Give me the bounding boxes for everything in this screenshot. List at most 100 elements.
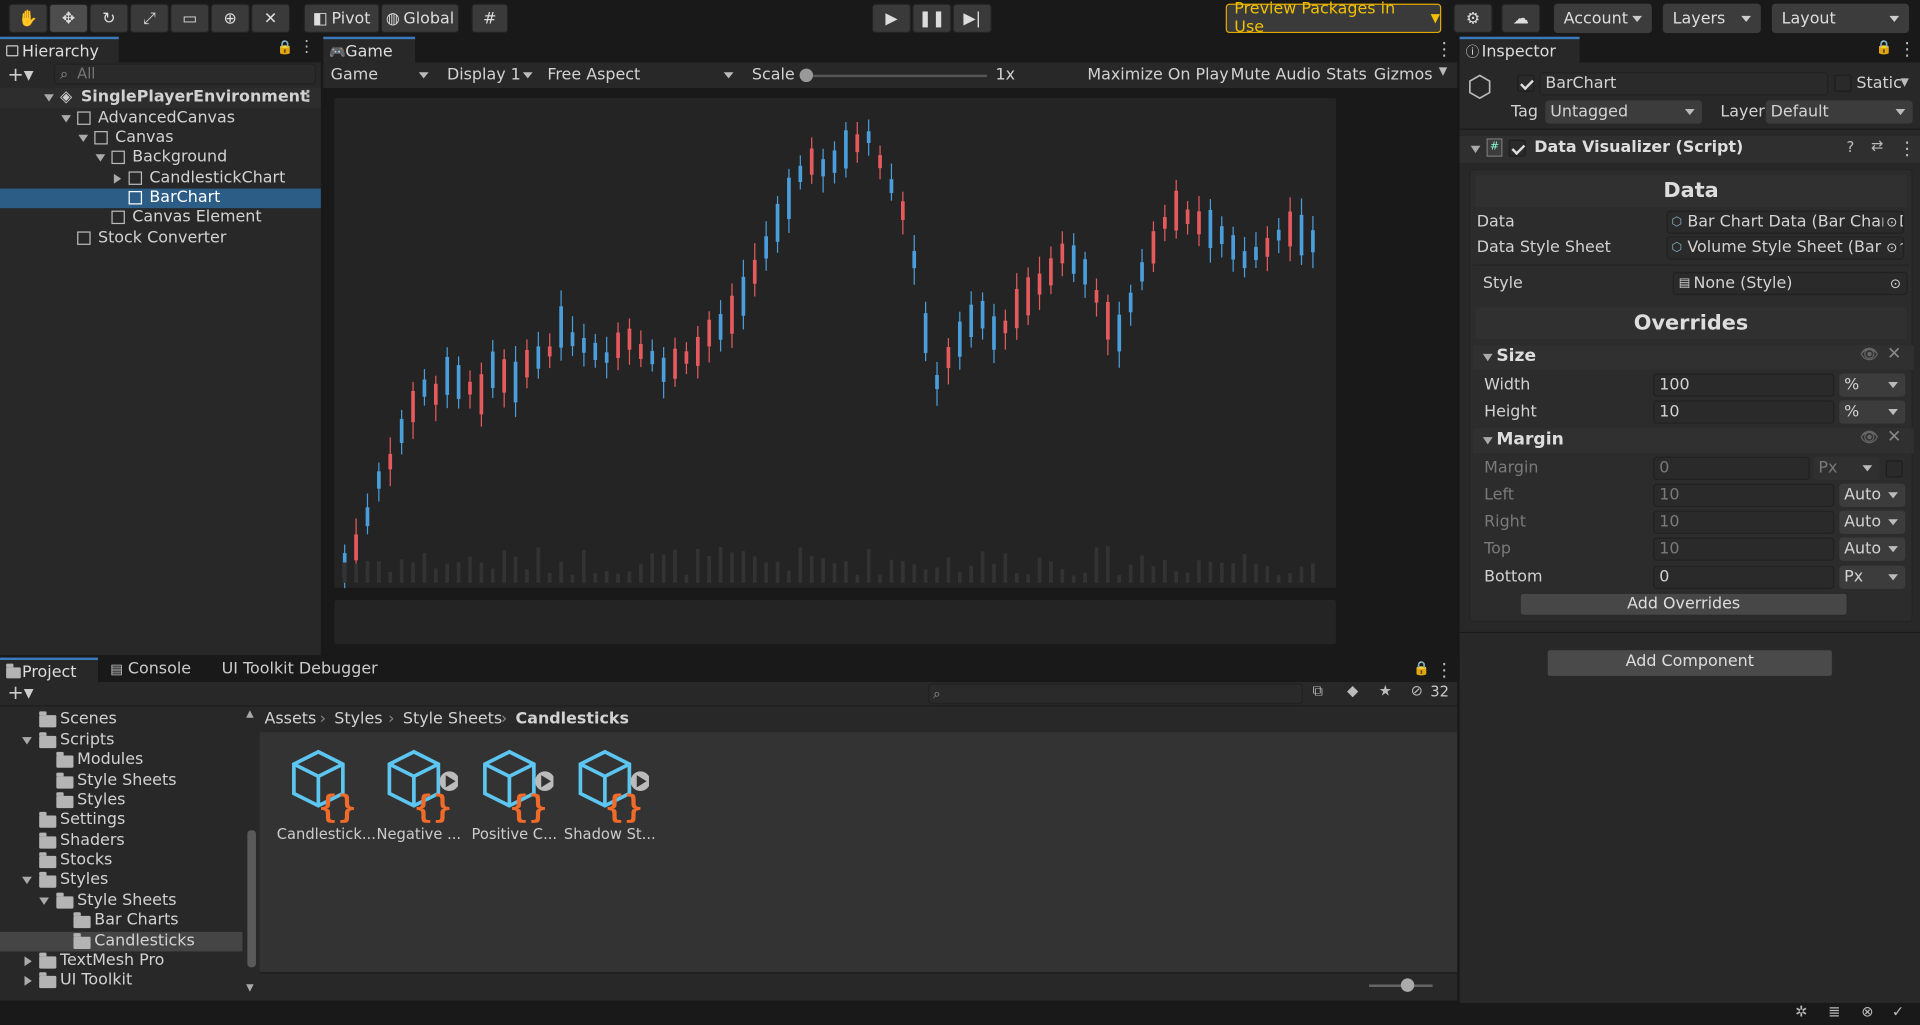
tree-item-canvas-element[interactable]: Canvas Element (0, 208, 321, 228)
settings-button[interactable]: ⚙ (1453, 3, 1493, 34)
network-icon[interactable]: ⊗ (1861, 1003, 1873, 1020)
more-icon[interactable]: ⋮ (1435, 659, 1453, 681)
eye-icon[interactable]: 👁 (1860, 429, 1879, 446)
play-button[interactable]: ▶ (871, 3, 912, 34)
close-icon[interactable]: ✕ (1887, 344, 1901, 364)
hand-tool-button[interactable]: ✋ (8, 3, 48, 34)
chevron-down-icon[interactable]: ▼ (1900, 77, 1908, 89)
aspect-dropdown[interactable]: Free Aspect (542, 63, 741, 87)
cloud-button[interactable]: ☁ (1501, 3, 1541, 34)
folder-item-textmesh-pro[interactable]: TextMesh Pro (0, 951, 242, 971)
margin-foldout[interactable]: Margin 👁 ✕ (1473, 427, 1914, 454)
folder-item-settings[interactable]: Settings (0, 811, 242, 831)
grid-snap-button[interactable]: # (471, 3, 509, 34)
scale-slider-handle[interactable] (799, 68, 814, 83)
tree-item-advancedcanvas[interactable]: AdvancedCanvas (0, 109, 321, 129)
tree-item-barchart[interactable]: BarChart (0, 188, 321, 209)
gizmos-toggle[interactable]: Gizmos (1374, 66, 1433, 84)
tab-game[interactable]: 🎮 Game (323, 36, 416, 63)
asset-item[interactable]: {} Candlestick... (277, 747, 376, 847)
breadcrumb-item[interactable]: Candlesticks (516, 708, 629, 732)
tree-item-scene[interactable]: ◈ SinglePlayerEnvironment ⋮ (0, 88, 321, 108)
bottom-unit-dropdown[interactable]: Px (1839, 565, 1906, 589)
filter-type-icon[interactable]: ⧉ (1313, 682, 1324, 700)
pivot-button[interactable]: ◧ Pivot (303, 3, 380, 34)
hierarchy-search-input[interactable]: ⌕ All (53, 63, 316, 85)
rotate-tool-button[interactable]: ↻ (89, 3, 129, 34)
label-icon[interactable]: ◆ (1347, 682, 1358, 699)
margin-input[interactable]: 0 (1653, 456, 1810, 481)
scroll-up-icon[interactable]: ▲ (246, 708, 254, 719)
more-icon[interactable]: ⋮ (1898, 38, 1916, 60)
folder-item-style-sheets[interactable]: Style Sheets (0, 771, 242, 791)
margin-link-checkbox[interactable] (1885, 460, 1903, 478)
tree-item-candlestickchart[interactable]: CandlestickChart (0, 169, 321, 189)
check-icon[interactable]: ✓ (1892, 1003, 1904, 1020)
asset-item[interactable]: {} Positive C... (468, 747, 561, 847)
account-dropdown[interactable]: Account (1553, 3, 1652, 34)
object-picker-icon[interactable]: ⊙ (1883, 237, 1901, 259)
folder-item-styles-root[interactable]: Styles (0, 871, 242, 891)
maximize-on-play-toggle[interactable]: Maximize On Play (1087, 66, 1228, 84)
folder-item-ui-toolkit[interactable]: UI Toolkit (0, 971, 242, 991)
more-icon[interactable]: ⋮ (1435, 38, 1453, 60)
asset-item[interactable]: {} Negative ... (372, 747, 465, 847)
move-tool-button[interactable]: ✥ (48, 3, 89, 34)
scale-slider-track[interactable] (803, 74, 987, 78)
style-object-field[interactable]: ▤ None (Style) ⊙ (1672, 271, 1908, 296)
step-button[interactable]: ▶| (952, 3, 992, 34)
scroll-down-icon[interactable]: ▼ (246, 982, 254, 993)
folder-item-modules[interactable]: Modules (0, 751, 242, 771)
size-foldout[interactable]: Size 👁 ✕ (1473, 344, 1914, 370)
add-component-button[interactable]: Add Component (1546, 648, 1834, 678)
display-dropdown[interactable]: Display 1 (442, 63, 541, 87)
hidden-eye-icon[interactable]: ⊘ (1411, 682, 1423, 699)
more-icon[interactable]: ⋮ (299, 38, 315, 56)
add-icon[interactable]: +▾ (7, 681, 33, 704)
right-input[interactable]: 10 (1653, 510, 1835, 534)
stats-toggle[interactable]: Stats (1326, 66, 1367, 84)
top-unit-dropdown[interactable]: Auto (1839, 537, 1906, 561)
layers-dropdown[interactable]: Layers (1662, 3, 1761, 34)
layer-dropdown[interactable]: Default (1765, 100, 1913, 124)
icon-size-slider-handle[interactable] (1400, 978, 1415, 992)
tab-hierarchy[interactable]: Hierarchy (0, 36, 119, 63)
object-picker-icon[interactable]: ⊙ (1883, 211, 1901, 233)
active-checkbox[interactable] (1517, 74, 1535, 92)
help-icon[interactable]: ? (1847, 138, 1855, 155)
transform-tool-button[interactable]: ⊕ (210, 3, 250, 34)
global-button[interactable]: ◍ Global (380, 3, 460, 34)
tree-item-background[interactable]: Background (0, 148, 321, 168)
more-icon[interactable]: ⋮ (1898, 137, 1916, 159)
height-unit-dropdown[interactable]: % (1839, 400, 1906, 424)
bug-icon[interactable]: ✲ (1795, 1003, 1807, 1020)
folder-item-scripts[interactable]: Scripts (0, 731, 242, 751)
layout-dropdown[interactable]: Layout (1771, 3, 1909, 34)
scale-tool-button[interactable]: ⤢ (129, 3, 169, 34)
asset-item[interactable]: {} Shadow St... (563, 747, 656, 847)
layers-stack-icon[interactable]: ≣ (1828, 1003, 1840, 1020)
eye-icon[interactable]: 👁 (1860, 345, 1879, 362)
static-checkbox[interactable] (1834, 74, 1852, 92)
right-unit-dropdown[interactable]: Auto (1839, 510, 1906, 534)
lock-icon[interactable]: 🔒 (1876, 39, 1893, 55)
mute-audio-toggle[interactable]: Mute Audio (1231, 66, 1321, 84)
add-icon[interactable]: +▾ (7, 62, 33, 85)
component-header[interactable]: # Data Visualizer (Script) ? ⇄ ⋮ (1459, 135, 1920, 163)
margin-unit-dropdown[interactable]: Px (1813, 456, 1880, 481)
project-search-input[interactable]: ⌕ (928, 683, 1303, 705)
folder-item-stocks[interactable]: Stocks (0, 851, 242, 871)
folder-item-candlesticks[interactable]: Candlesticks (0, 931, 243, 952)
custom-tool-button[interactable]: ✕ (251, 3, 291, 34)
tab-project[interactable]: Project (0, 657, 98, 684)
folder-item-shaders[interactable]: Shaders (0, 831, 242, 851)
more-icon[interactable]: ⋮ (300, 88, 316, 108)
folder-item-styles[interactable]: Styles (0, 791, 242, 811)
breadcrumb-item[interactable]: Assets (264, 708, 316, 732)
tree-scrollbar[interactable]: ▲ ▼ (244, 707, 259, 997)
pause-button[interactable]: ❚❚ (912, 3, 952, 34)
data-object-field[interactable]: ⬡ Bar Chart Data (Bar Chart D ⊙ (1666, 210, 1905, 234)
height-input[interactable]: 10 (1653, 400, 1835, 424)
close-icon[interactable]: ✕ (1887, 427, 1901, 447)
width-unit-dropdown[interactable]: % (1839, 373, 1906, 397)
